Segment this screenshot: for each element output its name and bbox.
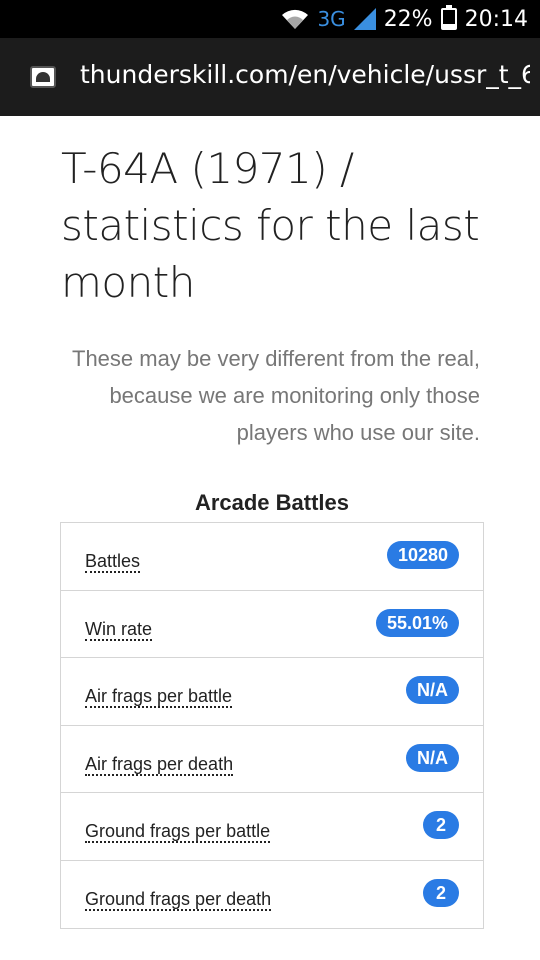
stat-value-badge: N/A [406,676,459,704]
stat-label[interactable]: Battles [85,551,141,573]
browser-url-bar[interactable]: thunderskill.com/en/vehicle/ussr_t_6 [0,38,540,116]
clock: 20:14 [464,6,528,32]
stat-row-air-frags-per-death: Air frags per death N/A [61,726,483,793]
stat-row-ground-frags-per-death: Ground frags per death 2 [61,861,483,929]
stat-value-badge: 55.01% [375,608,459,637]
site-favicon-icon [30,66,56,88]
subtitle-line: players who use our site. [236,420,480,445]
stat-value-badge: N/A [406,743,459,772]
status-icons: 3G 22% 20:14 [281,0,528,38]
stat-label[interactable]: Ground frags per battle [85,821,271,843]
wifi-icon [282,9,309,29]
subtitle-line: These may be very different from the rea… [72,346,480,371]
battery-icon [440,5,457,30]
battery-fill [442,24,455,28]
subtitle-line: because we are monitoring only those [109,383,480,408]
stat-label[interactable]: Air frags per death [85,754,234,776]
stat-label[interactable]: Ground frags per death [85,889,272,911]
page-title: T-64A (1971) / statistics for the last m… [61,140,501,311]
battery-percent: 22% [383,6,433,32]
stat-value-badge: 2 [423,811,459,839]
stat-row-battles: Battles 10280 [61,523,483,591]
network-type: 3G [317,7,346,31]
page-title-line: T-64A (1971) / [61,144,354,193]
stat-value-badge: 2 [423,878,459,907]
stats-list: Battles 10280 Win rate 55.01% Air frags … [60,522,484,929]
url-text[interactable]: thunderskill.com/en/vehicle/ussr_t_6 [80,60,530,89]
stat-row-air-frags-per-battle: Air frags per battle N/A [61,658,483,726]
stat-row-ground-frags-per-battle: Ground frags per battle 2 [61,793,483,861]
stat-row-win-rate: Win rate 55.01% [61,591,483,658]
section-title: Arcade Battles [194,490,350,515]
page-title-line: month [61,258,195,307]
page-title-line: statistics for the last [61,201,480,250]
stat-label[interactable]: Air frags per battle [85,686,233,708]
signal-icon [353,8,376,30]
stat-label[interactable]: Win rate [85,619,153,641]
status-bar: 3G 22% 20:14 [0,0,540,38]
page-subtitle: These may be very different from the rea… [40,340,480,451]
stat-value-badge: 10280 [386,541,459,569]
